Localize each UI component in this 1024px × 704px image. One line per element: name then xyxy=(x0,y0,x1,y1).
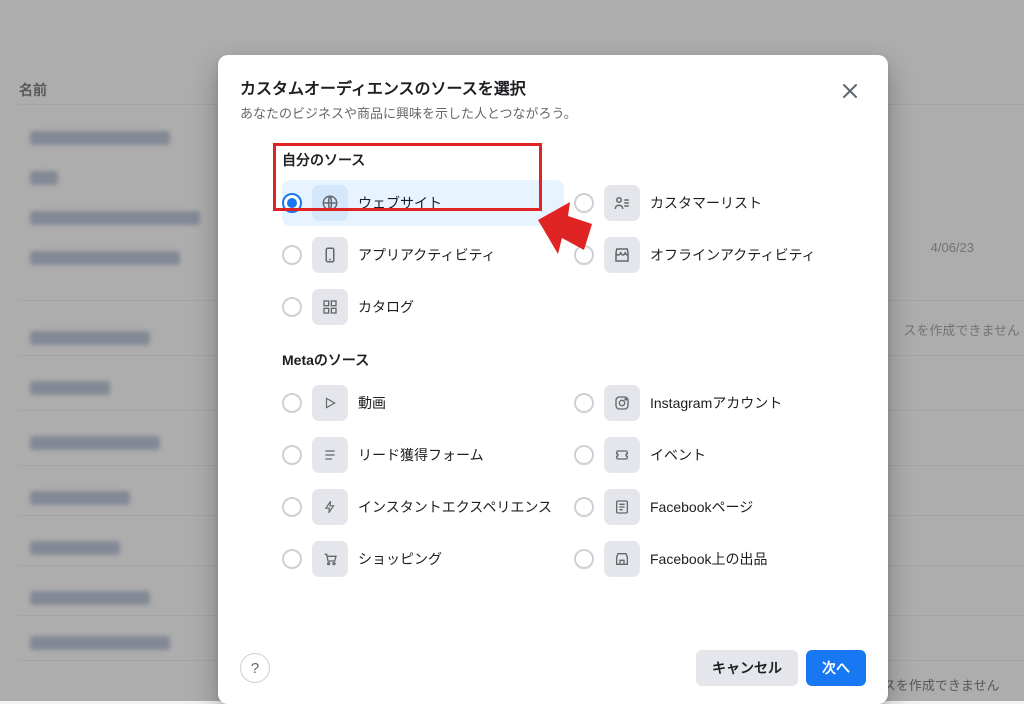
label-customer-list: カスタマーリスト xyxy=(650,193,762,213)
option-offline-activity[interactable]: オフラインアクティビティ xyxy=(574,232,856,278)
store-icon xyxy=(613,246,631,264)
radio-event[interactable] xyxy=(574,445,594,465)
radio-shopping[interactable] xyxy=(282,549,302,569)
bolt-icon xyxy=(323,499,337,515)
option-app-activity[interactable]: アプリアクティビティ xyxy=(282,232,564,278)
label-facebook-listing: Facebook上の出品 xyxy=(650,549,767,569)
next-button[interactable]: 次へ xyxy=(806,650,866,686)
radio-facebook-listing[interactable] xyxy=(574,549,594,569)
close-button[interactable] xyxy=(834,75,866,107)
radio-offline-activity[interactable] xyxy=(574,245,594,265)
radio-facebook-page[interactable] xyxy=(574,497,594,517)
radio-app-activity[interactable] xyxy=(282,245,302,265)
label-offline-activity: オフラインアクティビティ xyxy=(650,245,816,265)
page-icon xyxy=(614,499,630,515)
option-event[interactable]: イベント xyxy=(574,432,856,478)
radio-website[interactable] xyxy=(282,193,302,213)
play-icon xyxy=(323,396,337,410)
label-event: イベント xyxy=(650,445,706,465)
option-lead-form[interactable]: リード獲得フォーム xyxy=(282,432,564,478)
radio-instant-experience[interactable] xyxy=(282,497,302,517)
option-shopping[interactable]: ショッピング xyxy=(282,536,564,582)
section-meta-title: Metaのソース xyxy=(282,350,866,370)
grid-icon xyxy=(322,299,338,315)
label-video: 動画 xyxy=(358,393,386,413)
option-video[interactable]: 動画 xyxy=(282,380,564,426)
label-facebook-page: Facebookページ xyxy=(650,497,753,517)
option-website[interactable]: ウェブサイト xyxy=(282,180,564,226)
label-instant-experience: インスタントエクスペリエンス xyxy=(358,497,552,517)
option-customer-list[interactable]: カスタマーリスト xyxy=(574,180,856,226)
form-icon xyxy=(322,447,338,463)
source-select-modal: カスタムオーディエンスのソースを選択 あなたのビジネスや商品に興味を示した人とつ… xyxy=(218,55,888,704)
meta-sources-grid: 動画 Instagramアカウント リード獲得フォーム イベント インスタントエ… xyxy=(282,380,856,582)
help-button[interactable]: ? xyxy=(240,653,270,683)
radio-video[interactable] xyxy=(282,393,302,413)
radio-instagram[interactable] xyxy=(574,393,594,413)
label-instagram: Instagramアカウント xyxy=(650,393,782,413)
option-catalog[interactable]: カタログ xyxy=(282,284,564,330)
shop-icon xyxy=(614,551,630,567)
mobile-icon xyxy=(321,246,339,264)
label-lead-form: リード獲得フォーム xyxy=(358,445,484,465)
label-shopping: ショッピング xyxy=(358,549,442,569)
radio-lead-form[interactable] xyxy=(282,445,302,465)
radio-customer-list[interactable] xyxy=(574,193,594,213)
label-app-activity: アプリアクティビティ xyxy=(358,245,496,265)
own-sources-grid: ウェブサイト カスタマーリスト アプリアクティビティ オフラインアクティビティ … xyxy=(282,180,856,330)
close-icon xyxy=(842,83,858,99)
user-list-icon xyxy=(613,194,631,212)
globe-icon xyxy=(321,194,339,212)
ticket-icon xyxy=(614,447,630,463)
option-instant-experience[interactable]: インスタントエクスペリエンス xyxy=(282,484,564,530)
instagram-icon xyxy=(614,395,630,411)
modal-footer: ? キャンセル 次へ xyxy=(240,650,866,686)
modal-header: カスタムオーディエンスのソースを選択 あなたのビジネスや商品に興味を示した人とつ… xyxy=(240,75,866,122)
radio-catalog[interactable] xyxy=(282,297,302,317)
option-facebook-listing[interactable]: Facebook上の出品 xyxy=(574,536,856,582)
help-icon: ? xyxy=(251,660,259,677)
section-own-title: 自分のソース xyxy=(282,150,866,170)
label-website: ウェブサイト xyxy=(358,193,442,213)
option-facebook-page[interactable]: Facebookページ xyxy=(574,484,856,530)
cart-icon xyxy=(322,551,338,567)
modal-title: カスタムオーディエンスのソースを選択 xyxy=(240,75,577,99)
option-instagram[interactable]: Instagramアカウント xyxy=(574,380,856,426)
label-catalog: カタログ xyxy=(358,297,414,317)
modal-subtitle: あなたのビジネスや商品に興味を示した人とつながろう。 xyxy=(240,103,577,122)
cancel-button[interactable]: キャンセル xyxy=(696,650,798,686)
